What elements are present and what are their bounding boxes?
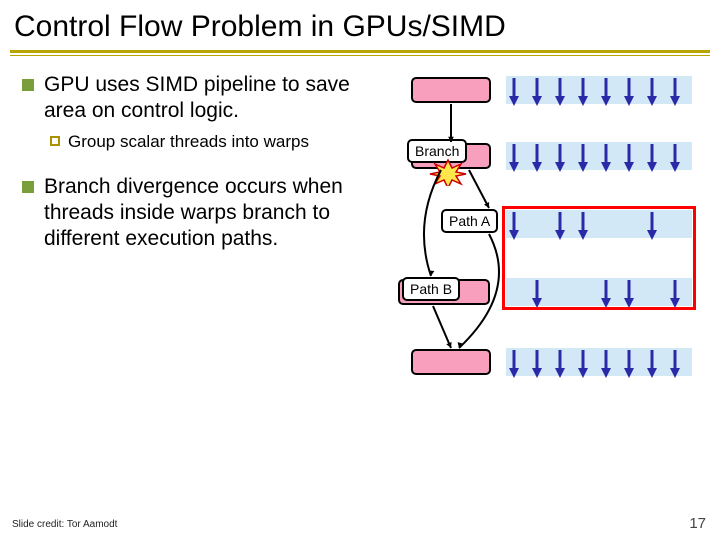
content-area: GPU uses SIMD pipeline to save area on c… [0,66,720,442]
diagram-column: BranchPath APath B [351,72,701,442]
bullet-text: Branch divergence occurs when threads in… [44,174,351,253]
sub-bullet-item-1: Group scalar threads into warps [50,131,351,152]
sub-bullet-text: Group scalar threads into warps [68,131,309,152]
flow-arrows [351,72,511,412]
square-bullet-icon [22,181,34,193]
hollow-square-bullet-icon [50,136,60,146]
square-bullet-icon [22,79,34,91]
slide-credit: Slide credit: Tor Aamodt [12,519,117,530]
text-column: GPU uses SIMD pipeline to save area on c… [16,72,351,442]
title-rule-thin [10,55,710,56]
bullet-text: GPU uses SIMD pipeline to save area on c… [44,72,351,125]
slide-title: Control Flow Problem in GPUs/SIMD [0,0,720,50]
bullet-item-2: Branch divergence occurs when threads in… [16,174,351,253]
page-number: 17 [689,515,706,532]
title-rule-thick [10,50,710,53]
bullet-item-1: GPU uses SIMD pipeline to save area on c… [16,72,351,125]
